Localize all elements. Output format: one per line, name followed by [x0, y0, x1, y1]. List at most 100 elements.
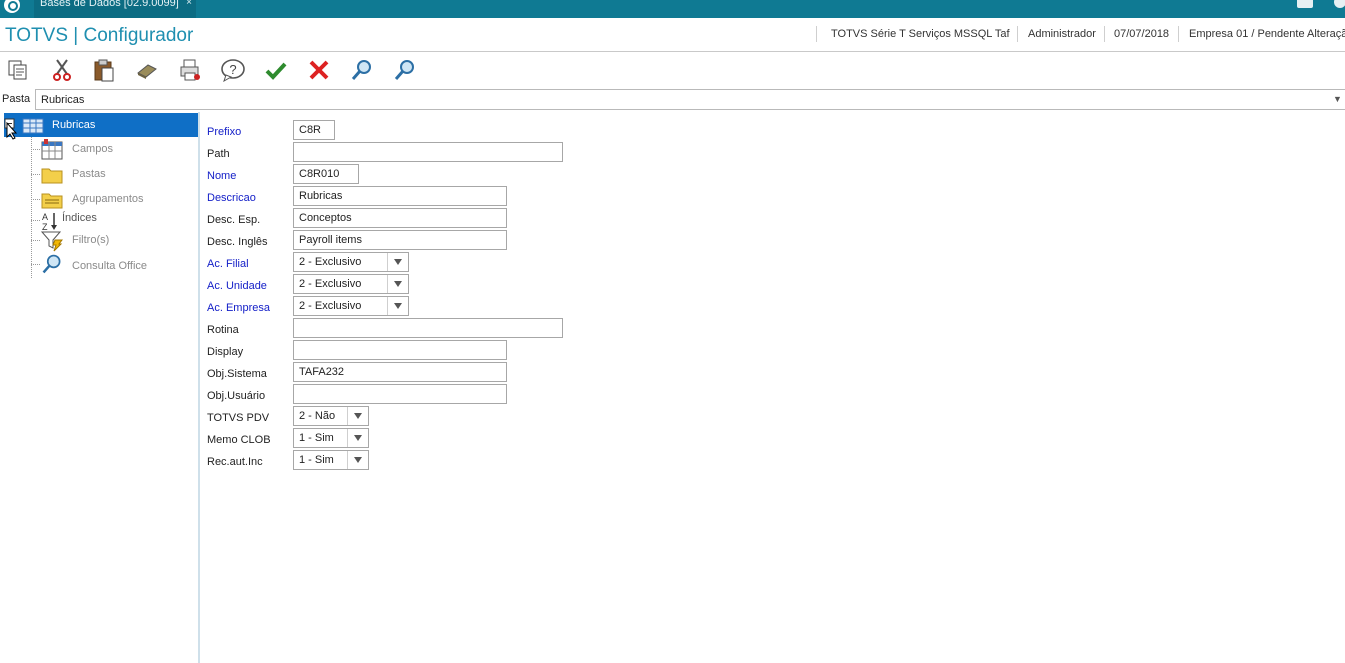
print-icon[interactable]: [176, 56, 204, 84]
chevron-down-icon[interactable]: [387, 297, 408, 315]
obj-usuario-input[interactable]: [293, 384, 507, 404]
search-icon[interactable]: [348, 56, 376, 84]
descricao-label: Descricao: [207, 192, 256, 204]
prefixo-input[interactable]: C8R: [293, 120, 335, 140]
table-properties-form: Prefixo C8R Path Nome C8R010 Descricao R…: [202, 112, 1345, 663]
app-title: TOTVS | Configurador: [5, 25, 194, 46]
help-icon[interactable]: ?: [219, 56, 247, 84]
tree-connector: [31, 174, 40, 175]
ac-filial-select[interactable]: 2 - Exclusivo: [293, 252, 409, 272]
path-input[interactable]: [293, 142, 563, 162]
tab-close-icon[interactable]: ×: [186, 0, 192, 8]
tab-bases-de-dados[interactable]: Bases de Dados [02.9.0099] ×: [34, 0, 196, 18]
folder-icon: [41, 168, 63, 184]
pasta-select[interactable]: Rubricas ▼: [35, 89, 1345, 110]
sort-az-icon: AZ: [42, 212, 57, 232]
paste-icon[interactable]: [90, 56, 118, 84]
totvs-pdv-value: 2 - Não: [299, 410, 336, 422]
field-row-obj-usuario: Obj.Usuário: [202, 384, 702, 406]
ac-filial-label: Ac. Filial: [207, 258, 249, 270]
nome-input[interactable]: C8R010: [293, 164, 359, 184]
header-divider: [1017, 26, 1018, 42]
desc-ingles-input[interactable]: Payroll items: [293, 230, 507, 250]
confirm-icon[interactable]: [262, 56, 290, 84]
svg-text:?: ?: [229, 62, 236, 77]
pasta-row: Pasta Rubricas ▼: [0, 89, 1345, 111]
nome-value: C8R010: [299, 168, 340, 180]
cancel-icon[interactable]: [305, 56, 333, 84]
table-icon: [41, 139, 63, 160]
obj-usuario-label: Obj.Usuário: [207, 390, 266, 402]
header-divider: [816, 26, 817, 42]
ac-empresa-select[interactable]: 2 - Exclusivo: [293, 296, 409, 316]
tree-connector: [31, 240, 40, 241]
folder-group-icon: [41, 193, 63, 209]
memo-clob-value: 1 - Sim: [299, 432, 334, 444]
chevron-down-icon[interactable]: [347, 407, 368, 425]
help-circle-icon[interactable]: [1334, 0, 1345, 8]
tree-node-rubricas[interactable]: Rubricas: [4, 113, 198, 140]
chevron-down-icon[interactable]: [387, 253, 408, 271]
search-next-icon[interactable]: [391, 56, 419, 84]
field-row-totvs-pdv: TOTVS PDV 2 - Não: [202, 406, 702, 428]
field-row-obj-sistema: Obj.Sistema TAFA232: [202, 362, 702, 384]
app-logo-icon: [4, 0, 20, 13]
prefixo-label: Prefixo: [207, 126, 242, 138]
rotina-label: Rotina: [207, 324, 239, 336]
tree-node-label: Rubricas: [52, 119, 96, 131]
tree-connector: [31, 220, 40, 221]
obj-sistema-value: TAFA232: [299, 366, 345, 378]
nome-label: Nome: [207, 170, 237, 182]
tree-item-label: Agrupamentos: [72, 193, 144, 205]
environment-label: TOTVS Série T Serviços MSSQL Taf: [831, 28, 1010, 40]
field-row-display: Display: [202, 340, 702, 362]
chevron-down-icon[interactable]: [347, 451, 368, 469]
rec-aut-inc-label: Rec.aut.Inc: [207, 456, 263, 468]
tab-label: Bases de Dados [02.9.0099]: [40, 0, 179, 9]
mouse-cursor-icon: [6, 122, 18, 140]
tree-item-label: Filtro(s): [72, 234, 110, 246]
tree-panel: Rubricas Campos Pastas Agrupamentos AZ Í…: [0, 112, 200, 663]
rec-aut-inc-select[interactable]: 1 - Sim: [293, 450, 369, 470]
field-row-desc-ingles: Desc. Inglês Payroll items: [202, 230, 702, 252]
rec-aut-inc-value: 1 - Sim: [299, 454, 334, 466]
cut-icon[interactable]: [48, 56, 76, 84]
chevron-down-icon[interactable]: [347, 429, 368, 447]
mail-icon[interactable]: [1297, 0, 1313, 8]
memo-clob-select[interactable]: 1 - Sim: [293, 428, 369, 448]
display-input[interactable]: [293, 340, 507, 360]
magnifier-icon: [42, 254, 61, 274]
prefixo-value: C8R: [299, 124, 322, 136]
desc-esp-input[interactable]: Conceptos: [293, 208, 507, 228]
user-label: Administrador: [1028, 28, 1096, 40]
rotina-input[interactable]: [293, 318, 563, 338]
memo-clob-label: Memo CLOB: [207, 434, 271, 446]
chevron-down-icon[interactable]: ▼: [1333, 94, 1342, 104]
copy-icon[interactable]: [4, 56, 32, 84]
totvs-pdv-select[interactable]: 2 - Não: [293, 406, 369, 426]
descricao-input[interactable]: Rubricas: [293, 186, 507, 206]
window-topbar: Bases de Dados [02.9.0099] ×: [0, 0, 1345, 18]
tree-item-label: Consulta Office: [72, 260, 148, 272]
descricao-value: Rubricas: [299, 190, 343, 202]
field-row-rotina: Rotina: [202, 318, 702, 340]
obj-sistema-label: Obj.Sistema: [207, 368, 267, 380]
field-row-desc-esp: Desc. Esp. Conceptos: [202, 208, 702, 230]
desc-esp-label: Desc. Esp.: [207, 214, 261, 226]
desc-esp-value: Conceptos: [299, 212, 352, 224]
field-row-memo-clob: Memo CLOB 1 - Sim: [202, 428, 702, 450]
obj-sistema-input[interactable]: TAFA232: [293, 362, 507, 382]
date-label: 07/07/2018: [1114, 28, 1170, 40]
eraser-icon[interactable]: [133, 56, 161, 84]
ac-unidade-select[interactable]: 2 - Exclusivo: [293, 274, 409, 294]
chevron-down-icon[interactable]: [387, 275, 408, 293]
display-label: Display: [207, 346, 244, 358]
field-row-nome: Nome C8R010: [202, 164, 702, 186]
field-row-ac-empresa: Ac. Empresa 2 - Exclusivo: [202, 296, 702, 318]
ac-filial-value: 2 - Exclusivo: [299, 256, 362, 268]
pasta-value: Rubricas: [41, 94, 85, 106]
tree-connector: [31, 264, 40, 265]
pasta-label: Pasta: [2, 93, 31, 105]
field-row-descricao: Descricao Rubricas: [202, 186, 702, 208]
ac-unidade-value: 2 - Exclusivo: [299, 278, 362, 290]
